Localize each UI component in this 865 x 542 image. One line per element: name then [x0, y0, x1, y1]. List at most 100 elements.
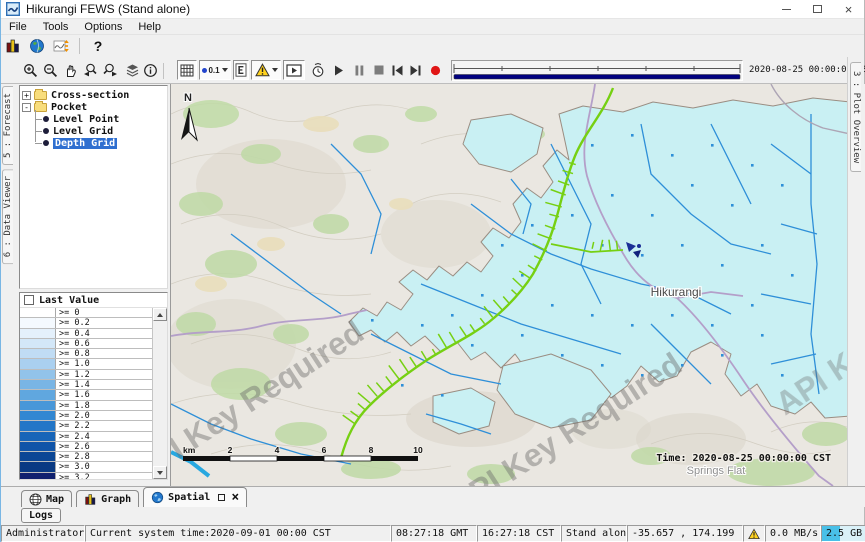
pause-button[interactable] — [351, 60, 367, 80]
minimize-button[interactable] — [771, 0, 802, 18]
zoom-next-button[interactable] — [101, 60, 119, 80]
logs-button[interactable]: Logs — [21, 508, 61, 523]
scroll-up-button[interactable] — [153, 308, 167, 321]
level-point-dot — [711, 324, 714, 327]
animation-clock-icon — [311, 63, 326, 78]
tab-data-viewer[interactable]: 6 : Data Viewer — [2, 169, 13, 264]
level-point-dot — [681, 244, 684, 247]
level-point-dot — [421, 324, 424, 327]
menu-file[interactable]: File — [1, 20, 35, 34]
last-value-checkbox[interactable] — [24, 295, 34, 305]
collapse-icon[interactable]: - — [22, 103, 31, 112]
legend-color-swatch — [20, 401, 56, 410]
legend-row: >= 1.2 — [20, 370, 152, 380]
map-display-button[interactable] — [25, 36, 49, 56]
warning-icon — [748, 528, 760, 540]
level-point-dot — [601, 364, 604, 367]
tab-maximize-button[interactable] — [218, 494, 225, 501]
animation-settings-button[interactable] — [309, 60, 327, 80]
legend-color-swatch — [20, 390, 56, 399]
menu-bar: File Tools Options Help — [1, 19, 864, 35]
level-point-dot — [471, 344, 474, 347]
warning-icon — [255, 63, 270, 77]
level-point-dot — [671, 154, 674, 157]
timeline-slider[interactable] — [451, 60, 743, 81]
close-button[interactable]: × — [833, 0, 864, 18]
level-point-dot — [721, 264, 724, 267]
tree-node-depth-grid[interactable]: Depth Grid — [43, 137, 167, 149]
tree-node-pocket[interactable]: - Pocket — [22, 101, 167, 113]
window-title: Hikurangi FEWS (Stand alone) — [26, 2, 190, 16]
tab-forecast[interactable]: 5 : Forecast — [2, 86, 13, 165]
play-button[interactable] — [331, 60, 347, 80]
tree-node-label: Cross-section — [51, 90, 129, 101]
legend-row: >= 0.2 — [20, 318, 152, 328]
dropdown-arrow-icon — [222, 68, 228, 72]
expand-icon[interactable]: + — [22, 91, 31, 100]
timeseries-chart-icon — [53, 38, 69, 54]
legend-row: >= 0.6 — [20, 339, 152, 349]
tree-node-cross-section[interactable]: + Cross-section — [22, 89, 167, 101]
info-button[interactable] — [141, 60, 159, 80]
map-view[interactable]: API Key Required API Key Required API Ke… — [170, 84, 849, 486]
legend-row: >= 2.8 — [20, 452, 152, 462]
help-button[interactable]: ? — [86, 36, 110, 56]
tab-close-button[interactable]: × — [231, 491, 239, 504]
record-button[interactable] — [427, 60, 443, 80]
step-first-button[interactable] — [389, 60, 405, 80]
bullet-icon — [43, 116, 49, 122]
tab-plot-overview[interactable]: 3 : Plot Overview — [850, 62, 861, 172]
contour-interval-dropdown[interactable]: 0.1 — [199, 60, 231, 80]
left-panel: + Cross-section - Pocket Level Point Lev… — [16, 84, 170, 486]
legend-scrollbar[interactable] — [153, 308, 167, 479]
legend-title: Last Value — [39, 295, 99, 306]
legend-color-swatch — [20, 349, 56, 358]
grid-display-button[interactable] — [177, 60, 197, 80]
menu-help[interactable]: Help — [130, 20, 169, 34]
status-system-time: Current system time:2020-09-01 00:00 CST — [85, 525, 391, 542]
movie-export-button[interactable] — [283, 60, 305, 80]
database-display-button[interactable] — [1, 36, 25, 56]
map-canvas[interactable]: API Key Required API Key Required API Ke… — [171, 84, 849, 486]
legend-color-swatch — [20, 370, 56, 379]
level-point-dot — [651, 214, 654, 217]
zoom-in-button[interactable] — [21, 60, 39, 80]
stop-button[interactable] — [371, 60, 387, 80]
elevation-profile-icon — [235, 63, 247, 77]
menu-tools[interactable]: Tools — [35, 20, 77, 34]
tab-spatial[interactable]: Spatial × — [143, 487, 247, 507]
status-warning-button[interactable] — [743, 525, 765, 542]
maximize-button[interactable] — [802, 0, 833, 18]
dropdown-arrow-icon — [272, 68, 278, 72]
interval-value: 0.1 — [208, 66, 219, 75]
tree-node-level-point[interactable]: Level Point — [43, 113, 167, 125]
legend-color-swatch — [20, 462, 56, 471]
legend-color-swatch — [20, 421, 56, 430]
legend-row-label: >= 3.0 — [56, 462, 152, 471]
tab-spatial-label: Spatial — [168, 492, 210, 503]
thresholds-dropdown[interactable] — [251, 60, 281, 80]
level-point-dot — [631, 324, 634, 327]
zoom-out-icon — [43, 63, 58, 78]
folder-icon — [34, 91, 47, 100]
zoom-out-button[interactable] — [41, 60, 59, 80]
tree-node-level-grid[interactable]: Level Grid — [43, 125, 167, 137]
timeseries-display-button[interactable] — [49, 36, 73, 56]
menu-options[interactable]: Options — [76, 20, 130, 34]
layers-button[interactable] — [123, 60, 141, 80]
legend-color-swatch — [20, 473, 56, 479]
tab-map[interactable]: Map — [21, 490, 72, 507]
step-last-button[interactable] — [407, 60, 423, 80]
tab-graph[interactable]: Graph — [76, 490, 139, 507]
tree-node-label: Level Point — [53, 114, 119, 125]
tree-node-label: Level Grid — [53, 126, 113, 137]
pan-button[interactable] — [61, 60, 79, 80]
legend-row-label: >= 1.2 — [56, 370, 152, 379]
legend-color-swatch — [20, 329, 56, 338]
elevation-profile-button[interactable] — [233, 60, 249, 80]
scroll-down-button[interactable] — [153, 466, 167, 479]
legend-row-label: >= 0 — [56, 308, 152, 317]
zoom-previous-button[interactable] — [81, 60, 99, 80]
legend-row: >= 2.4 — [20, 432, 152, 442]
legend-row-label: >= 2.2 — [56, 421, 152, 430]
